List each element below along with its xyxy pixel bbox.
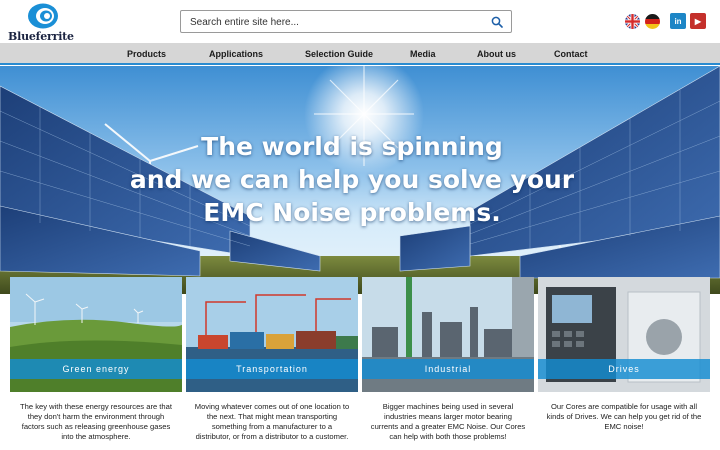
card-green-energy[interactable]: Green energy The key with these energy r… [10,277,182,450]
card-drives[interactable]: Drives Our Cores are compatible for usag… [538,277,710,450]
youtube-icon[interactable]: ▶ [690,13,706,29]
nav-item-applications[interactable]: Applications [209,43,263,65]
card-transportation[interactable]: Transportation Moving whatever comes out… [186,277,358,450]
nav-item-media[interactable]: Media [410,43,436,65]
main-nav: Products Applications Selection Guide Me… [0,43,720,65]
nav-item-contact[interactable]: Contact [554,43,588,65]
hero-headline-line-3: EMC Noise problems. [203,198,501,227]
nav-item-products[interactable]: Products [127,43,166,65]
card-title[interactable]: Green energy [10,359,182,379]
card-title[interactable]: Transportation [186,359,358,379]
nav-item-selection-guide[interactable]: Selection Guide [305,43,373,65]
search-box [180,10,512,33]
germany-flag-icon[interactable] [645,14,660,29]
card-industrial[interactable]: Industrial Bigger machines being used in… [362,277,534,450]
brand-logo[interactable]: Blueferrite [8,2,74,43]
search-input[interactable] [190,14,480,30]
linkedin-icon[interactable]: in [670,13,686,29]
card-title[interactable]: Drives [538,359,710,379]
card-description: Moving whatever comes out of one locatio… [194,402,350,441]
logo-mark-icon [28,3,58,29]
hero-banner: The world is spinning and we can help yo… [0,66,720,294]
hero-headline: The world is spinning and we can help yo… [0,130,704,229]
site-header: Blueferrite in ▶ [0,0,720,43]
hero-headline-line-1: The world is spinning [201,132,503,161]
card-title[interactable]: Industrial [362,359,534,379]
search-icon[interactable] [491,16,503,28]
card-description: Bigger machines being used in several in… [370,402,526,441]
card-description: Our Cores are compatible for usage with … [546,402,702,431]
nav-item-about-us[interactable]: About us [477,43,516,65]
uk-flag-icon[interactable] [625,14,640,29]
card-description: The key with these energy resources are … [20,402,172,441]
hero-headline-line-2: and we can help you solve your [129,165,575,194]
brand-name: Blueferrite [8,30,74,43]
